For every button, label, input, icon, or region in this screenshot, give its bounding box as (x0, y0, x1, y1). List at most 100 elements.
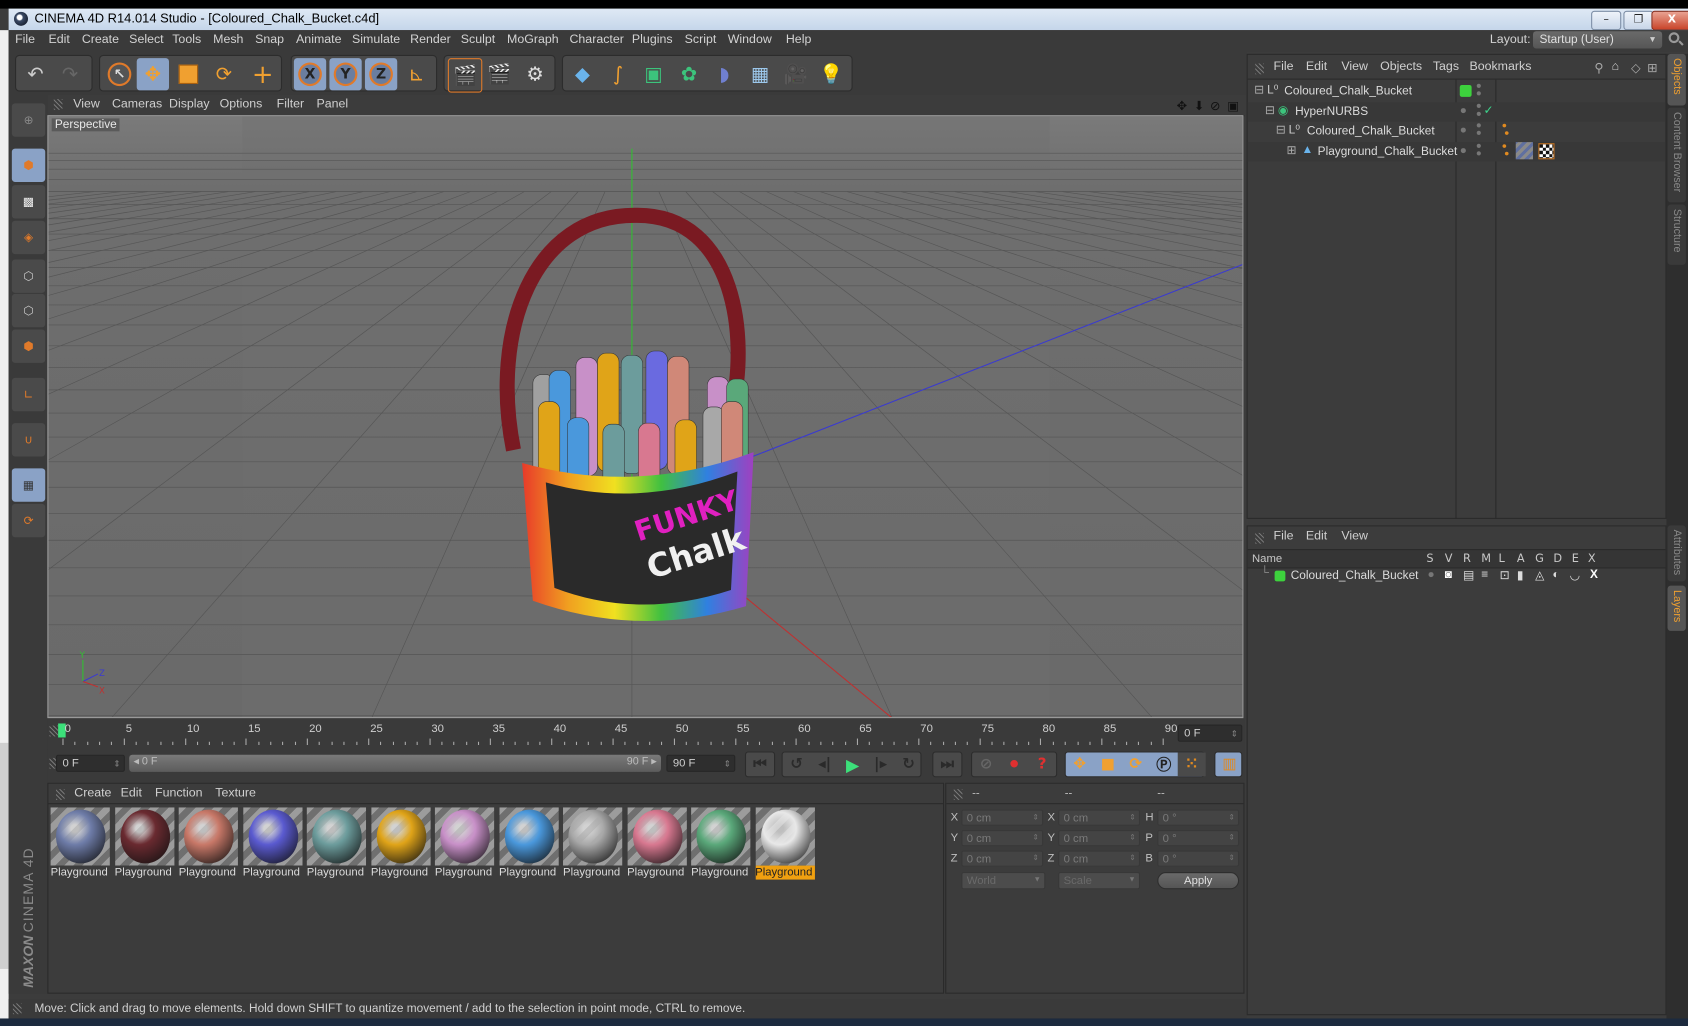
make-editable-icon[interactable]: ⊕ (11, 103, 46, 137)
size-y-field[interactable]: 0 cm ⇕ (1058, 830, 1141, 847)
menu-select[interactable]: Select (129, 33, 163, 46)
layer-row[interactable]: └ Coloured_Chalk_Bucket ● ◙ ▤ ≡ ⊡ ▮ ◬ ◐ … (1248, 566, 1666, 585)
axis-mode-icon[interactable]: ∟ (11, 377, 46, 412)
objects-menu-bookmarks[interactable]: Bookmarks (1469, 60, 1531, 73)
rot-b-field[interactable]: 0 ° ⇕ (1157, 850, 1240, 867)
menu-character[interactable]: Character (569, 33, 623, 46)
play-forwards-icon[interactable]: ▶ (839, 753, 867, 777)
material-menu-edit[interactable]: Edit (121, 787, 142, 800)
timeline-window-icon[interactable]: ▥ (1215, 753, 1243, 777)
render-picture-viewer-icon[interactable]: 🎬 (483, 58, 515, 90)
perspective-viewport[interactable]: FUNKY Chalk Y Z X Perspective (47, 115, 1244, 719)
tab-attributes[interactable]: Attributes (1667, 525, 1686, 582)
rot-h-field[interactable]: 0 ° ⇕ (1157, 809, 1240, 826)
pos-y-field[interactable]: 0 cm ⇕ (961, 830, 1044, 847)
material-tag-icon[interactable] (1515, 142, 1533, 160)
render-view-icon[interactable]: 🎬 (447, 58, 483, 93)
menu-plugins[interactable]: Plugins (632, 33, 673, 46)
menu-create[interactable]: Create (82, 33, 119, 46)
panel-grip[interactable] (953, 789, 963, 800)
menu-file[interactable]: File (15, 33, 35, 46)
spinner-icon[interactable]: ⇕ (1129, 852, 1135, 867)
layers-menu-edit[interactable]: Edit (1306, 530, 1327, 543)
layer-dot-icon[interactable]: ● (1460, 124, 1467, 137)
menu-animate[interactable]: Animate (296, 33, 341, 46)
panel-grip[interactable] (55, 789, 65, 800)
visibility-dots-icon[interactable]: ● ● (1476, 101, 1482, 118)
cube-icon[interactable]: ◆ (566, 58, 598, 90)
objects-menu-tags[interactable]: Tags (1433, 60, 1459, 73)
material-item[interactable]: Playground (114, 807, 174, 880)
object-row[interactable]: ⊟ L⁰ Coloured_Chalk_Bucket ● ● (1248, 80, 1666, 101)
objects-menu-view[interactable]: View (1341, 60, 1368, 73)
material-item[interactable]: Playground (755, 807, 815, 880)
column-locked[interactable]: L (1499, 552, 1505, 565)
generators-toggle-icon[interactable]: ◬ (1535, 568, 1544, 583)
collapse-toggle-icon[interactable]: ⊟ (1254, 83, 1264, 97)
workplane-mode-icon[interactable]: ◈ (11, 220, 46, 255)
menu-render[interactable]: Render (410, 33, 451, 46)
spinner-icon[interactable]: ⇕ (1129, 831, 1135, 846)
size-x-field[interactable]: 0 cm ⇕ (1058, 809, 1141, 826)
menu-tools[interactable]: Tools (172, 33, 201, 46)
menu-mesh[interactable]: Mesh (213, 33, 243, 46)
undo-icon[interactable]: ↶ (19, 58, 51, 90)
nurbs-icon[interactable]: ▣ (637, 58, 669, 90)
object-name[interactable]: Playground_Chalk_Bucket (1318, 145, 1458, 158)
manager-toggle-icon[interactable]: ≡ (1481, 568, 1488, 581)
spinner-icon[interactable]: ⇕ (113, 756, 120, 772)
objects-menu-objects[interactable]: Objects (1380, 60, 1422, 73)
column-animation[interactable]: A (1517, 552, 1525, 565)
spinner-icon[interactable]: ⇕ (724, 756, 731, 772)
close-button[interactable]: X (1651, 10, 1688, 31)
visibility-dots-icon[interactable]: ● ● (1476, 80, 1482, 97)
viewport-menu-filter[interactable]: Filter (277, 98, 305, 111)
floor-icon[interactable]: ▦ (744, 58, 776, 90)
spline-icon[interactable]: ∫ (602, 58, 634, 90)
collapse-toggle-icon[interactable]: ⊟ (1276, 123, 1286, 137)
menu-help[interactable]: Help (786, 33, 811, 46)
zoom-view-icon[interactable]: ⬇ (1194, 98, 1204, 113)
play-backwards-loop-icon[interactable]: ↺ (783, 753, 811, 777)
pan-view-icon[interactable]: ✥ (1177, 98, 1187, 113)
viewport-menu-cameras[interactable]: Cameras (112, 98, 162, 111)
previous-frame-icon[interactable]: ◂| (811, 753, 839, 777)
rotate-icon[interactable]: ⟳ (208, 58, 240, 90)
light-icon[interactable]: 💡 (815, 58, 847, 90)
column-expressions[interactable]: E (1572, 552, 1579, 565)
phong-tag-icon[interactable]: ● ● (1502, 142, 1510, 158)
timeline-ruler[interactable]: 0 5 10 15 20 25 30 35 40 45 50 55 60 65 70 75 80 85 90 0 F… (47, 719, 1245, 750)
object-row[interactable]: ⊞ ▲ Playground_Chalk_Bucket ● ● ● ● ● (1247, 140, 1666, 162)
material-item[interactable]: Playground (627, 807, 687, 880)
scale-icon[interactable] (172, 58, 204, 90)
material-menu-texture[interactable]: Texture (215, 787, 256, 800)
uvw-tag-icon[interactable] (1538, 143, 1555, 160)
array-icon[interactable]: ✿ (673, 58, 705, 90)
camera-icon[interactable]: 🎥 (779, 58, 811, 90)
live-selection-icon[interactable]: ↖ (103, 58, 135, 90)
layers-menu-file[interactable]: File (1274, 530, 1294, 543)
material-item[interactable]: Playground (370, 807, 431, 880)
expand-toggle-icon[interactable]: ⊞ (1286, 143, 1296, 157)
viewport-menu-display[interactable]: Display (169, 98, 210, 111)
spinner-icon[interactable]: ⇕ (1129, 811, 1135, 826)
spinner-icon[interactable]: ⇕ (1033, 831, 1039, 846)
material-item[interactable]: Playground (178, 807, 238, 880)
animation-toggle-icon[interactable]: ▮ (1517, 568, 1524, 583)
expressions-toggle-icon[interactable]: ◡ (1570, 568, 1580, 583)
lock-toggle-icon[interactable]: ⊡ (1500, 568, 1510, 583)
pos-x-field[interactable]: 0 cm ⇕ (961, 809, 1044, 826)
planar-workplane-icon[interactable]: ⟳ (11, 503, 46, 538)
toggle-layout-icon[interactable]: ▣ (1227, 98, 1239, 113)
render-toggle-icon[interactable]: ▤ (1463, 568, 1474, 583)
xref-toggle-icon[interactable]: X (1590, 568, 1598, 581)
tab-structure[interactable]: Structure (1667, 204, 1686, 265)
search-icon[interactable]: ⚲ (1594, 60, 1603, 75)
spinner-icon[interactable]: ⇕ (1231, 726, 1238, 742)
parameter-track-icon[interactable]: Ⓟ (1150, 753, 1178, 777)
pos-z-field[interactable]: 0 cm ⇕ (961, 850, 1044, 867)
material-item[interactable]: Playground (242, 807, 302, 880)
objects-menu-edit[interactable]: Edit (1306, 60, 1327, 73)
material-menu-create[interactable]: Create (74, 787, 111, 800)
object-row[interactable]: ⊟ ◉ HyperNURBS ● ● ● ✓ (1247, 101, 1666, 122)
